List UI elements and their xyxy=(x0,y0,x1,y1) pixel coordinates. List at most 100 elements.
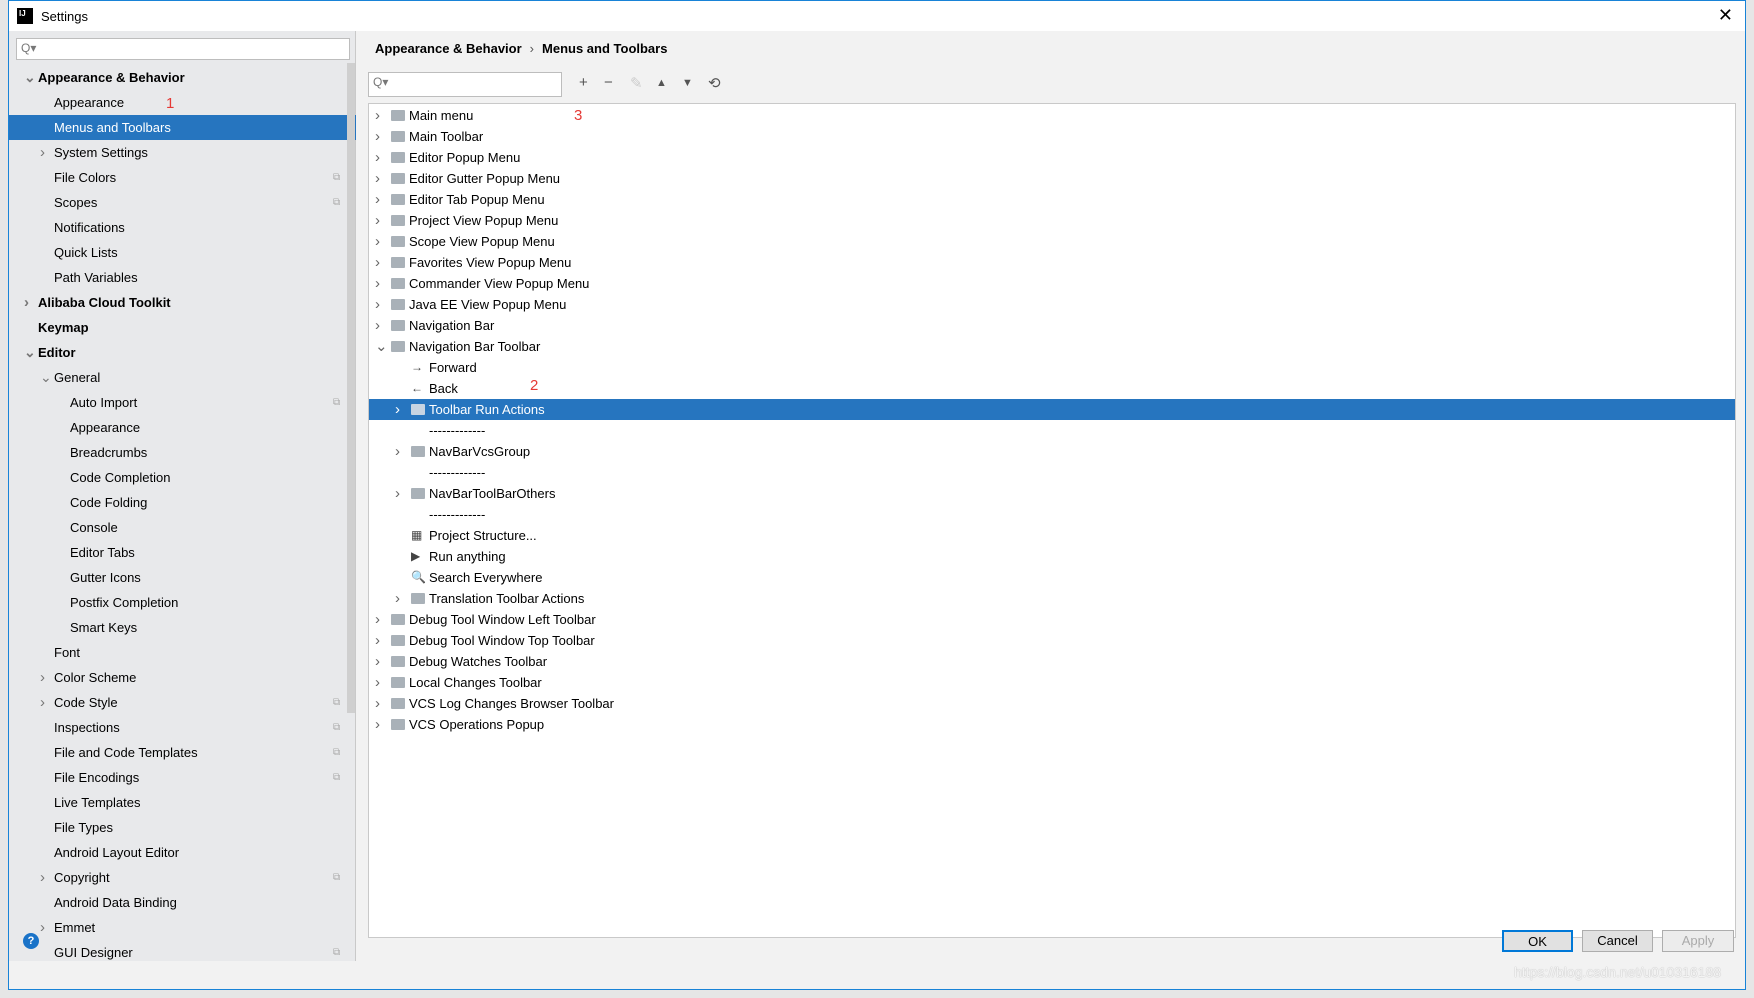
chevron-right-icon[interactable]: › xyxy=(40,665,45,690)
tree-row[interactable]: › Toolbar Run Actions xyxy=(369,399,1735,420)
move-up-icon[interactable]: ▲ xyxy=(656,77,667,89)
tree-row[interactable]: ------------- xyxy=(369,462,1735,483)
add-icon[interactable]: + xyxy=(579,74,588,91)
tree-row[interactable]: › NavBarVcsGroup xyxy=(369,441,1735,462)
tree-row[interactable]: › Main Toolbar xyxy=(369,126,1735,147)
chevron-right-icon[interactable]: › xyxy=(395,483,400,504)
tree-row[interactable]: › Debug Watches Toolbar xyxy=(369,651,1735,672)
remove-icon[interactable]: − xyxy=(604,74,613,91)
tree-row[interactable]: › Editor Popup Menu xyxy=(369,147,1735,168)
sidebar-item[interactable]: Android Data Binding xyxy=(9,890,356,915)
tree-row[interactable]: 🔍 Search Everywhere xyxy=(369,567,1735,588)
chevron-right-icon[interactable]: › xyxy=(375,252,380,273)
move-down-icon[interactable]: ▼ xyxy=(682,77,693,89)
sidebar-item[interactable]: Auto Import ⧉ xyxy=(9,390,356,415)
tree-row[interactable]: ← Back xyxy=(369,378,1735,399)
chevron-down-icon[interactable]: ⌄ xyxy=(375,336,388,357)
chevron-right-icon[interactable]: › xyxy=(375,651,380,672)
chevron-right-icon[interactable]: › xyxy=(395,441,400,462)
tree-row[interactable]: ------------- xyxy=(369,504,1735,525)
sidebar-item[interactable]: File Types xyxy=(9,815,356,840)
tree-search-input[interactable]: Q▾ xyxy=(368,72,562,97)
tree-row[interactable]: › Navigation Bar xyxy=(369,315,1735,336)
close-icon[interactable]: ✕ xyxy=(1718,5,1733,26)
tree-row[interactable]: › Java EE View Popup Menu xyxy=(369,294,1735,315)
sidebar-item[interactable]: › Alibaba Cloud Toolkit xyxy=(9,290,356,315)
sidebar-item[interactable]: Code Folding xyxy=(9,490,356,515)
tree-row[interactable]: › VCS Operations Popup xyxy=(369,714,1735,735)
chevron-right-icon[interactable]: › xyxy=(395,588,400,609)
sidebar-item[interactable]: Appearance xyxy=(9,90,356,115)
sidebar-item[interactable]: Android Layout Editor xyxy=(9,840,356,865)
chevron-down-icon[interactable]: ⌄ xyxy=(24,340,36,365)
sidebar-item[interactable]: Editor Tabs xyxy=(9,540,356,565)
sidebar-item[interactable]: Code Completion xyxy=(9,465,356,490)
chevron-right-icon[interactable]: › xyxy=(375,315,380,336)
sidebar-item[interactable]: ⌄ General xyxy=(9,365,356,390)
sidebar-item[interactable]: Inspections ⧉ xyxy=(9,715,356,740)
tree-row[interactable]: › Debug Tool Window Left Toolbar xyxy=(369,609,1735,630)
sidebar-item[interactable]: › Emmet xyxy=(9,915,356,940)
sidebar-item[interactable]: Path Variables xyxy=(9,265,356,290)
chevron-right-icon[interactable]: › xyxy=(40,865,45,890)
sidebar-item[interactable]: Postfix Completion xyxy=(9,590,356,615)
apply-button[interactable]: Apply xyxy=(1662,930,1734,952)
chevron-right-icon[interactable]: › xyxy=(40,690,45,715)
tree-row[interactable]: › Local Changes Toolbar xyxy=(369,672,1735,693)
chevron-right-icon[interactable]: › xyxy=(375,189,380,210)
edit-icon[interactable]: ✎ xyxy=(630,74,643,92)
chevron-right-icon[interactable]: › xyxy=(375,294,380,315)
sidebar-search-input[interactable]: Q▾ xyxy=(16,38,350,60)
sidebar-item[interactable]: Appearance xyxy=(9,415,356,440)
sidebar-item[interactable]: Keymap xyxy=(9,315,356,340)
tree-row[interactable]: › Editor Gutter Popup Menu xyxy=(369,168,1735,189)
sidebar-item[interactable]: › Color Scheme xyxy=(9,665,356,690)
chevron-right-icon[interactable]: › xyxy=(375,147,380,168)
sidebar-item[interactable]: Gutter Icons xyxy=(9,565,356,590)
sidebar-item[interactable]: › System Settings xyxy=(9,140,356,165)
restore-defaults-icon[interactable]: ⟲ xyxy=(708,74,721,92)
chevron-down-icon[interactable]: ⌄ xyxy=(24,65,36,90)
chevron-right-icon[interactable]: › xyxy=(375,168,380,189)
sidebar-item[interactable]: Live Templates xyxy=(9,790,356,815)
sidebar-item[interactable]: File and Code Templates ⧉ xyxy=(9,740,356,765)
chevron-right-icon[interactable]: › xyxy=(40,915,45,940)
sidebar-item[interactable]: ⌄ Editor xyxy=(9,340,356,365)
chevron-right-icon[interactable]: › xyxy=(375,672,380,693)
sidebar-item[interactable]: Font xyxy=(9,640,356,665)
help-icon[interactable]: ? xyxy=(23,933,39,949)
tree-row[interactable]: ------------- xyxy=(369,420,1735,441)
chevron-right-icon[interactable]: › xyxy=(375,210,380,231)
cancel-button[interactable]: Cancel xyxy=(1582,930,1653,952)
tree-row[interactable]: › Editor Tab Popup Menu xyxy=(369,189,1735,210)
breadcrumb-parent[interactable]: Appearance & Behavior xyxy=(375,41,522,56)
chevron-right-icon[interactable]: › xyxy=(375,693,380,714)
ok-button[interactable]: OK xyxy=(1502,930,1573,952)
tree-row[interactable]: → Forward xyxy=(369,357,1735,378)
chevron-down-icon[interactable]: ⌄ xyxy=(40,365,52,390)
sidebar-item[interactable]: Breadcrumbs xyxy=(9,440,356,465)
tree-row[interactable]: ▶ Run anything xyxy=(369,546,1735,567)
tree-row[interactable]: › NavBarToolBarOthers xyxy=(369,483,1735,504)
tree-row[interactable]: › Favorites View Popup Menu xyxy=(369,252,1735,273)
sidebar-item[interactable]: GUI Designer ⧉ xyxy=(9,940,356,965)
chevron-right-icon[interactable]: › xyxy=(375,609,380,630)
chevron-right-icon[interactable]: › xyxy=(375,105,380,126)
tree-row[interactable]: › Commander View Popup Menu xyxy=(369,273,1735,294)
chevron-right-icon[interactable]: › xyxy=(40,140,45,165)
sidebar-item[interactable]: Menus and Toolbars xyxy=(9,115,356,140)
sidebar-item[interactable]: Console xyxy=(9,515,356,540)
sidebar-item[interactable]: Notifications xyxy=(9,215,356,240)
sidebar-item[interactable]: Quick Lists xyxy=(9,240,356,265)
chevron-right-icon[interactable]: › xyxy=(375,273,380,294)
tree-row[interactable]: › Translation Toolbar Actions xyxy=(369,588,1735,609)
tree-row[interactable]: ▦ Project Structure... xyxy=(369,525,1735,546)
chevron-right-icon[interactable]: › xyxy=(375,231,380,252)
tree-row[interactable]: ⌄ Navigation Bar Toolbar xyxy=(369,336,1735,357)
tree-row[interactable]: › Scope View Popup Menu xyxy=(369,231,1735,252)
chevron-right-icon[interactable]: › xyxy=(375,630,380,651)
chevron-right-icon[interactable]: › xyxy=(395,399,400,420)
chevron-right-icon[interactable]: › xyxy=(375,714,380,735)
sidebar-item[interactable]: ⌄ Appearance & Behavior xyxy=(9,65,356,90)
chevron-right-icon[interactable]: › xyxy=(375,126,380,147)
